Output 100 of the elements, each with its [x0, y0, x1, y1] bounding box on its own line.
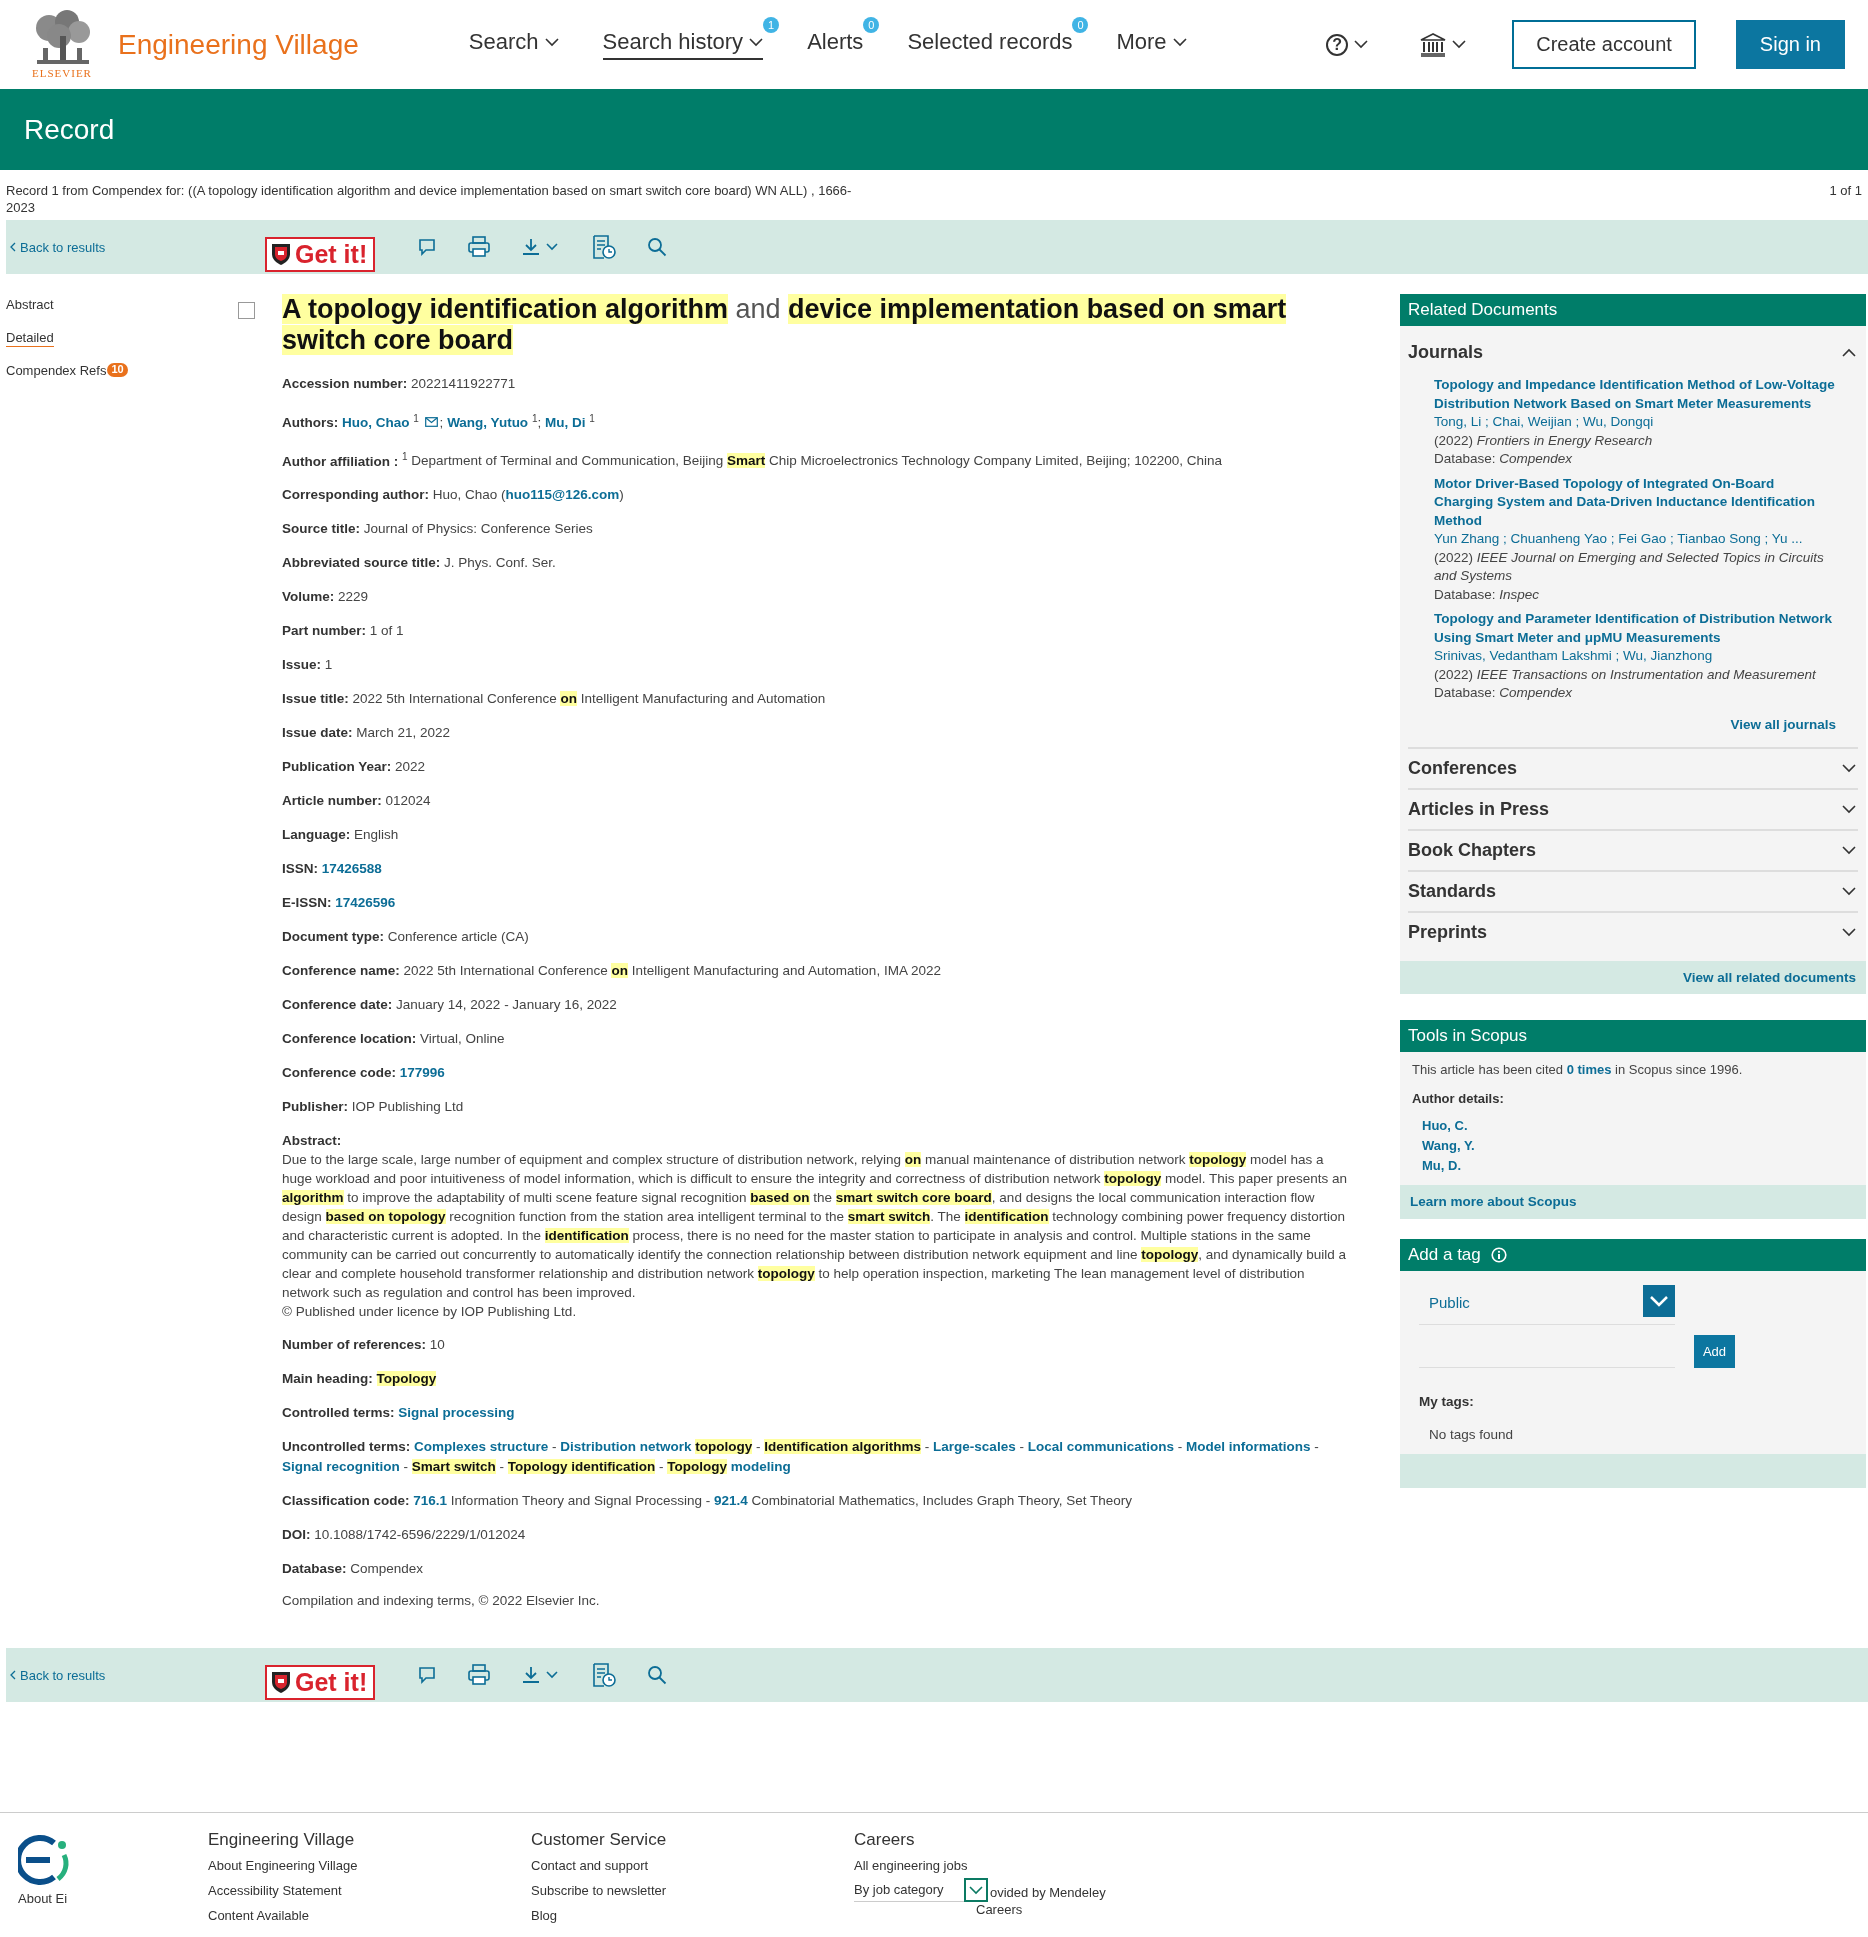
- footer-link[interactable]: Accessibility Statement: [208, 1878, 342, 1903]
- author-list[interactable]: Tong, Li ; Chai, Weijian ; Wu, Dongqi: [1434, 413, 1836, 432]
- field-value: 1: [412, 414, 420, 425]
- source-text: (2022) IEEE Journal on Emerging and Selected Topics in Circuits and Systems: [1434, 548, 1825, 585]
- view-all-link[interactable]: View all journals: [1730, 716, 1836, 732]
- section-title[interactable]: Conferences: [1408, 757, 1518, 779]
- section-title[interactable]: Book Chapters: [1408, 839, 1537, 861]
- get-it-button[interactable]: Get it!: [265, 1664, 376, 1700]
- dropdown-button[interactable]: [964, 1878, 988, 1902]
- field-label: Publisher:: [282, 1099, 348, 1114]
- field-link[interactable]: 17426596: [335, 895, 396, 910]
- section-title[interactable]: Articles in Press: [1408, 798, 1550, 820]
- field-link[interactable]: Topology modeling: [667, 1459, 791, 1474]
- author-list[interactable]: Srinivas, Vedantham Lakshmi ; Wu, Jianzhong: [1434, 647, 1836, 666]
- field-label: Main heading:: [282, 1371, 373, 1386]
- field-link[interactable]: Model informations: [1185, 1439, 1311, 1454]
- field-link[interactable]: huo115@126.com: [505, 487, 620, 502]
- search-icon[interactable]: [647, 237, 668, 257]
- field-link[interactable]: Topology identification: [507, 1459, 656, 1474]
- nav-item[interactable]: Search history: [602, 29, 764, 60]
- back-link[interactable]: Back to results: [6, 1667, 265, 1683]
- field-link[interactable]: Complexes structure: [414, 1439, 549, 1454]
- info-icon[interactable]: [1490, 1246, 1507, 1263]
- section-title[interactable]: Journals: [1408, 341, 1484, 363]
- author-link[interactable]: Huo, C.: [1422, 1117, 1854, 1133]
- author-list[interactable]: Yun Zhang ; Chuanheng Yao ; Fei Gao ; Tianbao Song ; Yu ...: [1434, 530, 1836, 549]
- select-checkbox[interactable]: [238, 302, 255, 319]
- field-value: 1: [588, 414, 595, 425]
- field-link[interactable]: 17426588: [321, 861, 382, 876]
- field-link[interactable]: 921.4: [714, 1493, 748, 1508]
- database-text: Database: Compendex: [1434, 450, 1574, 468]
- nav-item[interactable]: More: [1116, 29, 1187, 60]
- view-all-link[interactable]: View all related documents: [1682, 969, 1856, 985]
- field-value: $^{1}$;: [530, 414, 543, 430]
- side-nav-link[interactable]: Compendex Refs 10: [6, 363, 128, 380]
- footer-link[interactable]: Subscribe to newsletter: [531, 1878, 667, 1903]
- create-account-button[interactable]: Create account: [1512, 20, 1696, 69]
- print-icon[interactable]: [467, 236, 492, 258]
- field-value: Huo, Chao (: [432, 487, 506, 502]
- citation-link[interactable]: 0 times: [1566, 1061, 1612, 1077]
- add-button[interactable]: Add: [1694, 1334, 1735, 1368]
- field-value: 2229: [338, 589, 369, 604]
- print-icon[interactable]: [467, 1664, 492, 1686]
- back-link[interactable]: Back to results: [6, 239, 265, 255]
- field-link[interactable]: Wang, Yutuo: [447, 414, 529, 430]
- field-value: -: [1018, 1439, 1025, 1454]
- panel-header: Tools in Scopus: [1400, 1019, 1866, 1052]
- side-nav-link[interactable]: Detailed: [6, 330, 54, 347]
- footer-link[interactable]: All engineering jobs: [854, 1853, 968, 1878]
- mail-icon[interactable]: [424, 416, 438, 427]
- comment-icon[interactable]: [417, 237, 438, 257]
- footer-link[interactable]: About Engineering Village: [208, 1853, 358, 1878]
- nav-item[interactable]: Alerts: [807, 29, 864, 60]
- visibility-select[interactable]: Public: [1419, 1284, 1675, 1325]
- field-link[interactable]: Smart switch: [411, 1459, 496, 1474]
- field-label: Database:: [282, 1561, 347, 1576]
- field-label: Source title:: [282, 521, 360, 536]
- document-clock-icon[interactable]: [591, 234, 618, 260]
- search-icon[interactable]: [647, 1665, 668, 1685]
- footer-link[interactable]: Content Available: [208, 1903, 309, 1928]
- help-icon[interactable]: ?: [1326, 33, 1349, 56]
- field-link[interactable]: Signal processing: [398, 1405, 515, 1420]
- provider-note: ovided by Mendeley: [990, 1885, 1106, 1902]
- nav-item[interactable]: Search: [468, 29, 559, 60]
- field-link[interactable]: Identification algorithms: [764, 1439, 922, 1454]
- field-link[interactable]: Mu, Di: [544, 414, 586, 430]
- field-label: Conference name:: [282, 963, 400, 978]
- side-nav-link[interactable]: Abstract: [6, 297, 54, 314]
- field-link[interactable]: Huo, Chao: [342, 414, 410, 430]
- footer-link[interactable]: About Ei: [18, 1891, 68, 1906]
- section-title[interactable]: Preprints: [1408, 921, 1488, 943]
- field-link[interactable]: 716.1: [413, 1493, 448, 1508]
- footer-link[interactable]: Blog: [531, 1903, 558, 1928]
- section-title[interactable]: Standards: [1408, 880, 1497, 902]
- field-link[interactable]: Distribution network topology: [560, 1439, 753, 1454]
- author-link[interactable]: Wang, Y.: [1422, 1137, 1854, 1153]
- get-it-button[interactable]: Get it!: [265, 236, 376, 272]
- sign-in-button[interactable]: Sign in: [1735, 20, 1845, 69]
- brand-name[interactable]: Engineering Village: [118, 28, 359, 61]
- document-link[interactable]: Motor Driver-Based Topology of Integrated On-Board Charging System and Data-Driven Inductance Identification Method: [1434, 474, 1836, 530]
- field-link[interactable]: Signal recognition: [282, 1459, 400, 1474]
- field-link[interactable]: Large-scales: [933, 1439, 1016, 1454]
- footer-link[interactable]: Careers: [976, 1902, 1868, 1918]
- chevron-icon: [1649, 1295, 1669, 1307]
- field-label: Document type:: [282, 929, 384, 944]
- building-icon[interactable]: [1420, 32, 1447, 57]
- footer-link[interactable]: Contact and support: [531, 1853, 649, 1878]
- field-value: 10: [429, 1337, 445, 1352]
- author-link[interactable]: Mu, D.: [1422, 1157, 1854, 1173]
- nav-item[interactable]: Selected records: [907, 29, 1073, 60]
- shield-icon: [271, 242, 291, 266]
- learn-more-link[interactable]: Learn more about Scopus: [1410, 1193, 1577, 1209]
- field-link[interactable]: 177996: [399, 1065, 445, 1080]
- document-link[interactable]: Topology and Impedance Identification Method of Low-Voltage Distribution Network Based on Smart Meter Measurements: [1434, 376, 1836, 413]
- comment-icon[interactable]: [417, 1665, 438, 1685]
- document-link[interactable]: Topology and Parameter Identification of Distribution Network Using Smart Meter and μpMU Measurements: [1434, 610, 1836, 647]
- chevron-icon: [969, 1885, 983, 1895]
- field-link[interactable]: Local communications: [1027, 1439, 1174, 1454]
- document-clock-icon[interactable]: [591, 1662, 618, 1688]
- field-value: -: [923, 1439, 931, 1454]
